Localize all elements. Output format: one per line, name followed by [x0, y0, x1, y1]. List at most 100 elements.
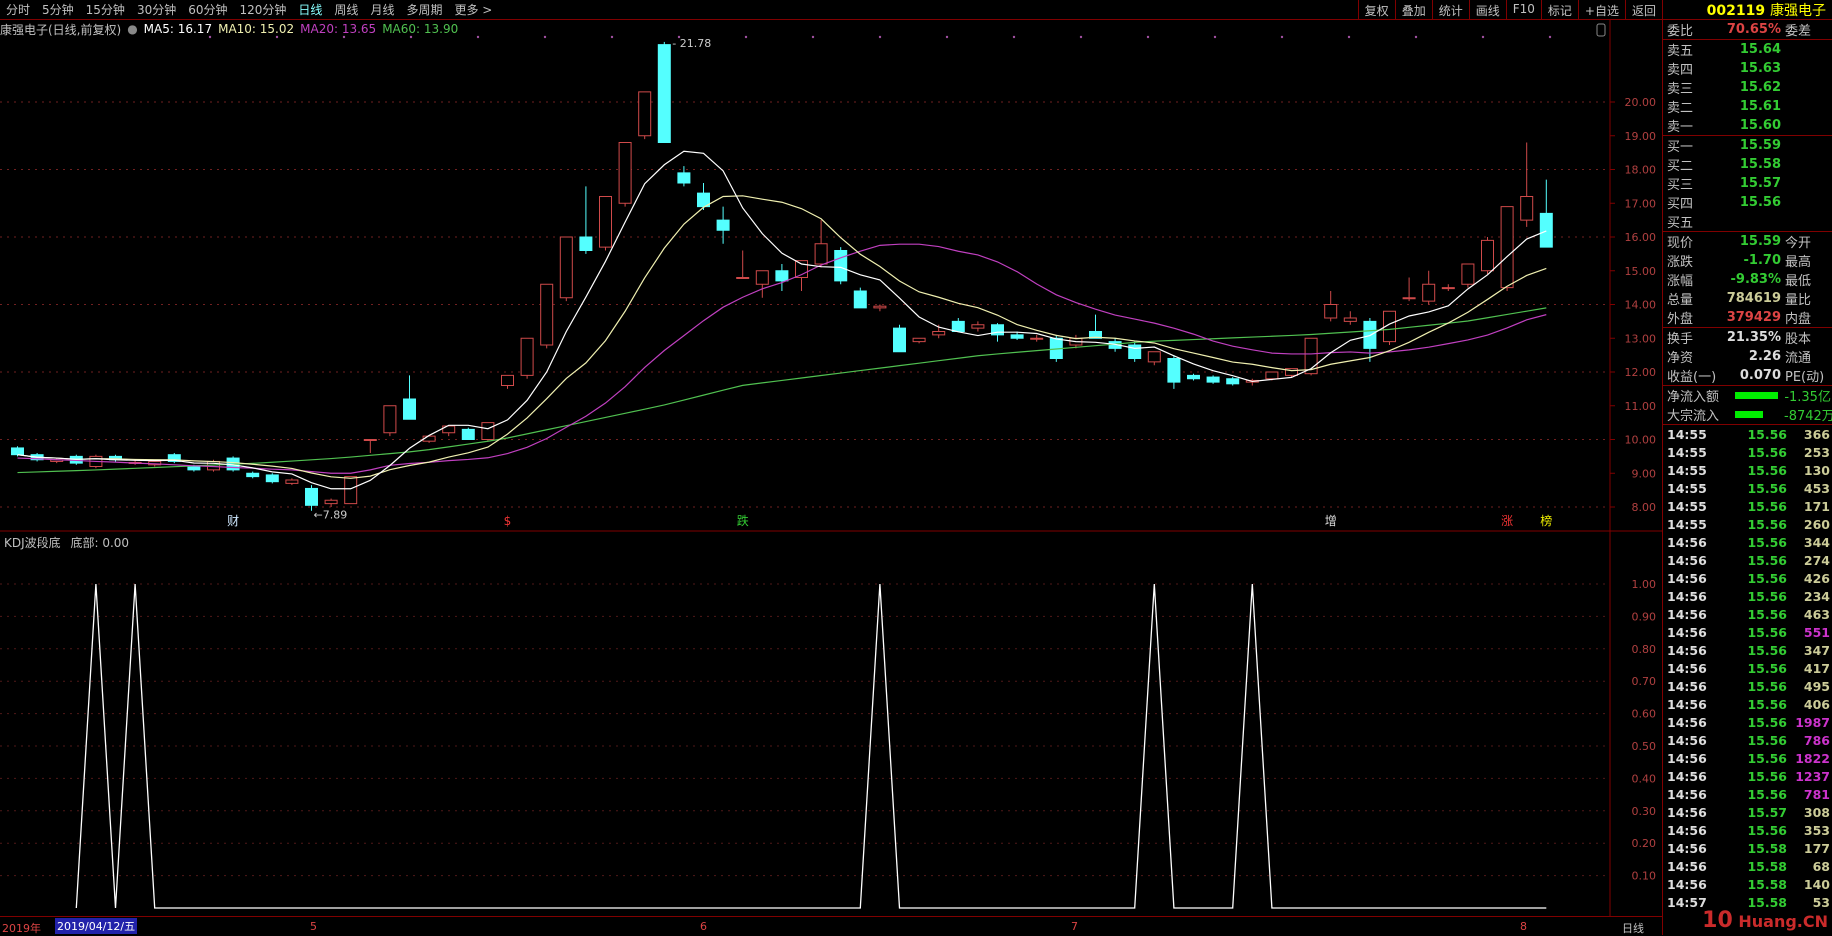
- trade-volume: 177: [1803, 840, 1830, 856]
- trade-time: 14:56: [1667, 786, 1707, 802]
- tool-button-7[interactable]: 返回: [1624, 0, 1662, 20]
- candle: [775, 264, 789, 291]
- candle: [559, 236, 573, 302]
- period-tab-10[interactable]: 更多 >: [448, 1, 498, 18]
- period-tab-6[interactable]: 日线: [292, 1, 328, 18]
- trade-volume: 253: [1803, 444, 1830, 460]
- trade-row: 14:56 15.56 786: [1663, 731, 1832, 749]
- price-tick-label: 10.00: [1625, 434, 1657, 447]
- candle: [873, 304, 887, 312]
- candle: [736, 250, 750, 279]
- row-label: 买二: [1667, 159, 1694, 174]
- fundamentals: 换手 21.35% 股本 净资 2.26 流通 收益(一) 0.070 PE(动): [1663, 328, 1832, 386]
- period-tab-3[interactable]: 30分钟: [131, 1, 182, 18]
- ma20-label: MA20: 13.65: [300, 22, 377, 36]
- period-tab-9[interactable]: 多周期: [400, 1, 448, 18]
- period-label[interactable]: 日线: [1622, 920, 1644, 936]
- trade-price: 15.56: [1747, 588, 1787, 604]
- candle: [1343, 311, 1357, 325]
- indicator-name[interactable]: KDJ波段底: [4, 536, 61, 550]
- trade-time: 14:56: [1667, 624, 1707, 640]
- trade-price: 15.56: [1747, 426, 1787, 442]
- flow-row: 净流入额 -1.35亿: [1663, 386, 1832, 405]
- tool-button-3[interactable]: 画线: [1468, 0, 1506, 20]
- period-tab-4[interactable]: 60分钟: [182, 1, 233, 18]
- row-label: 卖二: [1667, 101, 1694, 116]
- marker-dot: [1347, 35, 1351, 39]
- row-label: 涨跌: [1667, 255, 1694, 270]
- candle: [618, 142, 632, 207]
- tool-button-1[interactable]: 叠加: [1394, 0, 1432, 20]
- period-tab-8[interactable]: 月线: [364, 1, 400, 18]
- trade-time: 14:56: [1667, 678, 1707, 694]
- ma-toggle-icon[interactable]: ●: [127, 22, 137, 36]
- trade-row: 14:55 15.56 453: [1663, 479, 1832, 497]
- row-label: 收益(一): [1667, 370, 1717, 385]
- candle-body: [1343, 317, 1357, 322]
- flow-bar: [1735, 411, 1763, 418]
- trade-row: 14:56 15.56 781: [1663, 785, 1832, 803]
- tool-button-5[interactable]: 标记: [1540, 0, 1578, 20]
- candle-body: [834, 250, 848, 282]
- indicator-tick-label: 0.20: [1632, 837, 1657, 850]
- row-label: 卖三: [1667, 82, 1694, 97]
- row-value: 21.35%: [1726, 330, 1781, 345]
- row-extra: 最高: [1785, 255, 1812, 270]
- candle: [853, 287, 867, 309]
- period-tab-5[interactable]: 120分钟: [234, 1, 293, 18]
- row-value: 15.59: [1739, 138, 1781, 153]
- tool-button-2[interactable]: 统计: [1431, 0, 1469, 20]
- trade-time: 14:55: [1667, 444, 1707, 460]
- sell-row: 卖五 15.64: [1663, 40, 1832, 59]
- event-marker[interactable]: 榜: [1540, 513, 1552, 528]
- tool-button-0[interactable]: 复权: [1357, 0, 1395, 20]
- trade-row: 14:55 15.56 253: [1663, 443, 1832, 461]
- event-marker[interactable]: 涨: [1501, 513, 1513, 528]
- candle: [461, 427, 475, 440]
- event-marker[interactable]: $: [504, 514, 512, 528]
- ma5-label: MA5: 16.17: [143, 22, 213, 36]
- trade-volume: 366: [1803, 426, 1830, 442]
- candle-body: [324, 499, 338, 505]
- tool-button-4[interactable]: F10: [1505, 0, 1541, 20]
- tick-trades[interactable]: 14:55 15.56 366 14:55 15.56 253 14:55 15.56 130 1…: [1663, 425, 1832, 911]
- sell-row: 卖一 15.60: [1663, 116, 1832, 135]
- row-value: 784619: [1726, 291, 1781, 306]
- trade-time: 14:56: [1667, 588, 1707, 604]
- trade-volume: 1987: [1795, 714, 1830, 730]
- row-extra: 股本: [1785, 332, 1812, 347]
- tool-button-6[interactable]: +自选: [1577, 0, 1625, 20]
- period-tab-0[interactable]: 分时: [0, 1, 36, 18]
- row-value: 379429: [1726, 310, 1781, 325]
- trade-time: 14:55: [1667, 516, 1707, 532]
- period-tab-7[interactable]: 周线: [328, 1, 364, 18]
- row-value: 15.61: [1739, 99, 1781, 114]
- candle: [481, 422, 495, 442]
- event-marker[interactable]: 跌: [737, 513, 749, 528]
- candle: [1461, 263, 1475, 288]
- candle: [520, 337, 534, 379]
- candle-body: [736, 277, 750, 279]
- row-label: 外盘: [1667, 312, 1694, 327]
- trade-volume: 68: [1812, 858, 1830, 874]
- price-tick-label: 12.00: [1625, 366, 1657, 379]
- trade-price: 15.57: [1747, 804, 1787, 820]
- marker-dot: [543, 35, 547, 39]
- event-marker[interactable]: 财: [227, 514, 239, 528]
- event-marker[interactable]: 增: [1325, 514, 1337, 528]
- candle-body: [638, 91, 652, 137]
- trade-price: 15.56: [1747, 462, 1787, 478]
- buy-row: 买一 15.59: [1663, 136, 1832, 155]
- quote-stats: 现价 15.59 今开 涨跌 -1.70 最高 涨幅 -9.83% 最低 总量 784619 量比 外盘…: [1663, 232, 1832, 328]
- trade-volume: 781: [1803, 786, 1830, 802]
- candle: [1324, 291, 1338, 322]
- kline-chart[interactable]: 20.00 19.00 18.00 17.00 16.00 15.00 14.00 13.00…: [0, 20, 1662, 916]
- fund-row: 收益(一) 0.070 PE(动): [1663, 366, 1832, 385]
- candle-body: [1481, 239, 1494, 272]
- trade-volume: 786: [1803, 732, 1830, 748]
- trade-price: 15.58: [1747, 858, 1787, 874]
- candle-body: [1030, 337, 1044, 340]
- period-tab-1[interactable]: 5分钟: [36, 1, 80, 18]
- scroll-handle-icon[interactable]: [1596, 23, 1606, 37]
- period-tab-2[interactable]: 15分钟: [80, 1, 131, 18]
